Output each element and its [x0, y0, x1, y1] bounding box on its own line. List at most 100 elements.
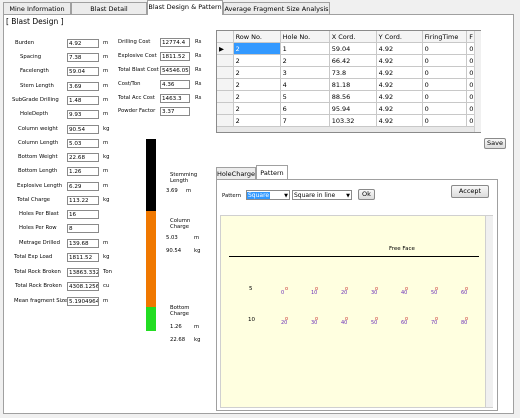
field-input[interactable]: 4.92 — [67, 39, 99, 48]
field-input[interactable]: 59.04 — [67, 67, 99, 76]
blast-hole[interactable]: 30 o — [371, 286, 378, 296]
pattern-canvas[interactable]: Free Face 5 10 0 o 10 o 20 o 30 o 40 o 50 o 60 o 20 o 3… — [220, 215, 493, 408]
table-cell[interactable]: 4.92 — [376, 54, 423, 67]
table-cell[interactable]: 88.56 — [329, 90, 377, 103]
table-row[interactable]: 2 5 88.56 4.92 0 0 — [217, 90, 480, 103]
table-cell[interactable]: 2 — [233, 114, 281, 127]
table-cell[interactable]: 1 — [280, 42, 330, 55]
tab-holecharge[interactable]: HoleCharge — [216, 167, 256, 179]
table-row[interactable]: ▶ 2 1 59.04 4.92 0 0 — [217, 42, 480, 55]
tab-mine-information[interactable]: Mine Information — [3, 2, 71, 14]
col-firing-time[interactable]: FiringTime — [422, 31, 468, 43]
field-input[interactable]: 90.54 — [67, 125, 99, 134]
ok-button[interactable]: Ok — [358, 189, 375, 200]
field-input[interactable]: 6.29 — [67, 182, 99, 191]
field-input[interactable]: 16 — [67, 210, 99, 219]
field-input[interactable]: 13863.3323 — [67, 268, 99, 277]
table-cell[interactable]: 0 — [422, 102, 468, 115]
table-cell[interactable]: 2 — [233, 102, 281, 115]
table-row[interactable]: 2 3 73.8 4.92 0 0 — [217, 66, 480, 79]
blast-hole[interactable]: 0o — [281, 286, 288, 296]
field-input[interactable]: 7.38 — [67, 53, 99, 62]
table-cell[interactable]: 2 — [280, 54, 330, 67]
table-row[interactable]: 2 6 95.94 4.92 0 0 — [217, 102, 480, 115]
field-input[interactable]: 4308.1256 — [67, 282, 99, 291]
table-row[interactable]: 2 7 103.32 4.92 0 0 — [217, 114, 480, 127]
table-cell[interactable]: 4.92 — [376, 114, 423, 127]
blast-hole[interactable]: 80 o — [461, 316, 468, 326]
blast-hole[interactable]: 50 o — [431, 286, 438, 296]
field-input[interactable]: 5.19049643 — [67, 297, 99, 306]
grid-vertical-scrollbar[interactable] — [474, 31, 481, 132]
row-header[interactable] — [217, 78, 234, 91]
table-cell[interactable]: 0 — [422, 54, 468, 67]
table-cell[interactable]: 4.92 — [376, 78, 423, 91]
row-header[interactable] — [217, 90, 234, 103]
blast-hole[interactable]: 20 o — [341, 286, 348, 296]
field-input[interactable]: 9.93 — [67, 110, 99, 119]
cost-input[interactable]: 1463.3 — [160, 94, 190, 103]
table-cell[interactable]: 0 — [422, 90, 468, 103]
table-cell[interactable]: 0 — [422, 42, 468, 55]
table-cell[interactable]: 0 — [422, 78, 468, 91]
blast-hole[interactable]: 40 o — [341, 316, 348, 326]
field-input[interactable]: 3.69 — [67, 82, 99, 91]
field-input[interactable]: 1811.52 — [67, 253, 99, 262]
canvas-vertical-scrollbar[interactable] — [485, 216, 493, 407]
accept-button[interactable]: Accept — [451, 185, 489, 198]
table-cell[interactable]: 0 — [422, 66, 468, 79]
table-cell[interactable]: 59.04 — [329, 42, 377, 55]
blast-hole[interactable]: 60 o — [401, 316, 408, 326]
field-input[interactable]: 139.68 — [67, 239, 99, 248]
table-cell[interactable]: 7 — [280, 114, 330, 127]
tab-average-fragment-size[interactable]: Average Fragment Size Analysis — [223, 2, 330, 14]
table-cell[interactable]: 103.32 — [329, 114, 377, 127]
table-cell[interactable]: 2 — [233, 54, 281, 67]
table-cell[interactable]: 2 — [233, 66, 281, 79]
blast-hole[interactable]: 40 o — [401, 286, 408, 296]
row-header[interactable] — [217, 114, 234, 127]
blast-hole[interactable]: 10 o — [311, 286, 318, 296]
row-pointer-icon[interactable]: ▶ — [217, 42, 234, 55]
field-input[interactable]: 113.22 — [67, 196, 99, 205]
table-cell[interactable]: 4.92 — [376, 66, 423, 79]
table-cell[interactable]: 73.8 — [329, 66, 377, 79]
layout-select[interactable]: Square in line ▼ — [292, 190, 352, 200]
table-cell[interactable]: 2 — [233, 90, 281, 103]
table-cell[interactable]: 4 — [280, 78, 330, 91]
row-header[interactable] — [217, 66, 234, 79]
col-hole-no[interactable]: Hole No. — [280, 31, 330, 43]
blast-hole[interactable]: 70 o — [431, 316, 438, 326]
table-cell[interactable]: 2 — [233, 78, 281, 91]
blast-hole[interactable]: 30 o — [311, 316, 318, 326]
blast-hole[interactable]: 50 o — [371, 316, 378, 326]
cost-input[interactable]: 1811.52 — [160, 52, 190, 61]
row-header[interactable] — [217, 102, 234, 115]
field-input[interactable]: 22.68 — [67, 153, 99, 162]
tab-pattern[interactable]: Pattern — [256, 165, 288, 179]
field-input[interactable]: 8 — [67, 224, 99, 233]
table-cell[interactable]: 66.42 — [329, 54, 377, 67]
cost-input[interactable]: 12774.4 — [160, 38, 190, 47]
hole-coordinates-grid[interactable]: Row No. Hole No. X Cord. Y Cord. FiringT… — [216, 30, 481, 133]
table-cell[interactable]: 6 — [280, 102, 330, 115]
field-input[interactable]: 1.26 — [67, 167, 99, 176]
table-cell[interactable]: 95.94 — [329, 102, 377, 115]
table-cell[interactable]: 2 — [233, 42, 281, 55]
field-input[interactable]: 1.48 — [67, 96, 99, 105]
table-cell[interactable]: 4.92 — [376, 42, 423, 55]
table-cell[interactable]: 0 — [422, 114, 468, 127]
table-cell[interactable]: 4.92 — [376, 102, 423, 115]
tab-blast-detail[interactable]: Blast Detail — [71, 2, 147, 14]
col-y-cord[interactable]: Y Cord. — [376, 31, 423, 43]
table-row[interactable]: 2 4 81.18 4.92 0 0 — [217, 78, 480, 91]
col-row-no[interactable]: Row No. — [233, 31, 281, 43]
table-cell[interactable]: 5 — [280, 90, 330, 103]
col-x-cord[interactable]: X Cord. — [329, 31, 377, 43]
blast-hole[interactable]: 60 o — [461, 286, 468, 296]
tab-blast-design-pattern[interactable]: Blast Design & Pattern — [147, 0, 223, 15]
cost-input[interactable]: 4.36 — [160, 80, 190, 89]
cost-input[interactable]: 54546.05 — [160, 66, 190, 75]
table-cell[interactable]: 3 — [280, 66, 330, 79]
pattern-select[interactable]: Square ▼ — [246, 190, 290, 200]
